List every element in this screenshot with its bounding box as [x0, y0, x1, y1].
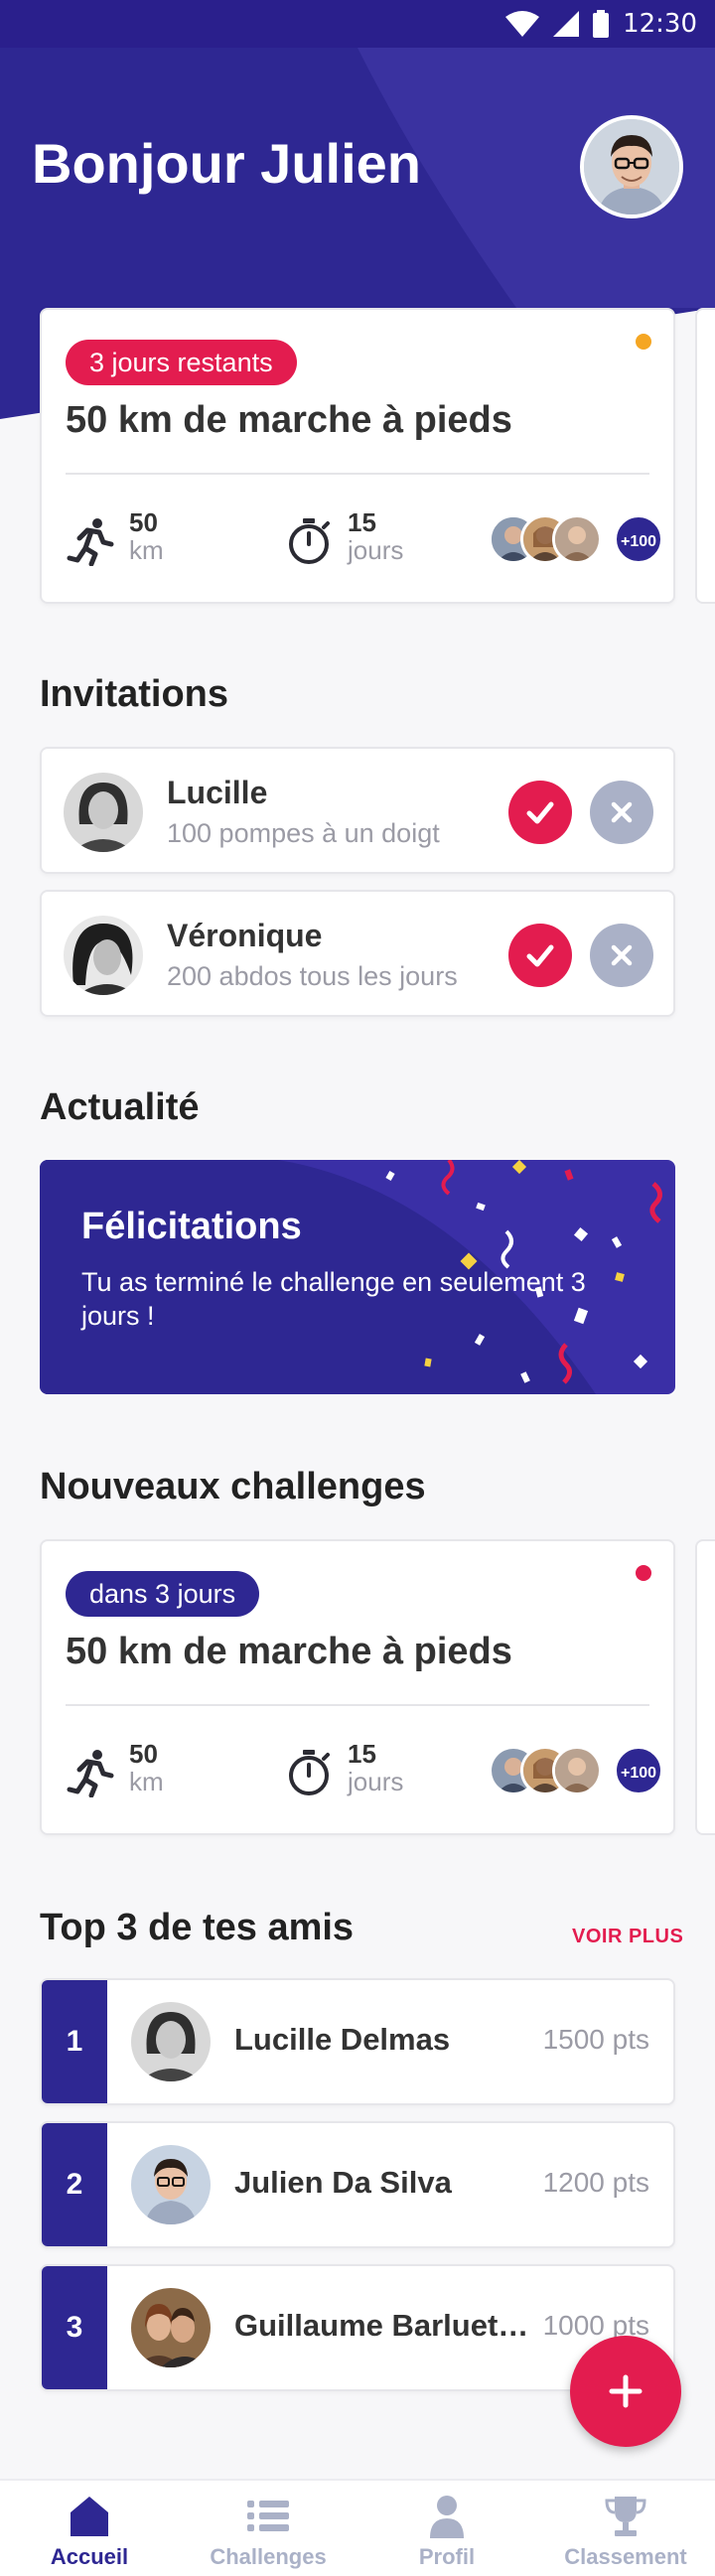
wifi-icon	[505, 11, 540, 37]
running-icon	[67, 1750, 114, 1797]
new-challenges-title: Nouveaux challenges	[40, 1466, 426, 1507]
remaining-days-badge: 3 jours restants	[66, 340, 297, 385]
add-challenge-button[interactable]	[570, 2336, 681, 2447]
decline-button[interactable]	[590, 781, 653, 844]
starts-in-badge: dans 3 jours	[66, 1571, 260, 1617]
participants-more-badge: +100	[614, 1746, 663, 1795]
nav-label: Challenges	[210, 2544, 327, 2569]
friend-avatar	[131, 2145, 211, 2224]
status-dot	[636, 334, 651, 350]
nav-item-challenges[interactable]: Challenges	[179, 2481, 358, 2576]
friend-points: 1500 pts	[542, 2024, 649, 2055]
running-icon	[67, 518, 114, 566]
greeting-title: Bonjour Julien	[32, 132, 421, 195]
nav-item-home[interactable]: Accueil	[0, 2481, 179, 2576]
list-icon	[247, 2501, 289, 2531]
accept-button[interactable]	[508, 924, 572, 987]
distance-unit: km	[129, 535, 164, 565]
participant-avatar	[552, 514, 602, 564]
duration-value: 15	[348, 1739, 376, 1769]
distance-value: 50	[129, 1739, 158, 1769]
friend-name: Guillaume Barluet Fontaine	[234, 2308, 532, 2343]
trophy-icon	[605, 2497, 646, 2536]
home-icon	[71, 2497, 108, 2536]
news-card[interactable]: Félicitations Tu as terminé le challenge…	[40, 1160, 675, 1394]
nav-label: Accueil	[50, 2544, 129, 2569]
check-icon	[526, 801, 554, 824]
rank-number: 3	[42, 2266, 107, 2389]
new-challenge-card[interactable]: dans 3 jours 50 km de marche à pieds 50 …	[40, 1539, 675, 1835]
participant-avatar	[552, 1746, 602, 1795]
friend-points: 1200 pts	[542, 2167, 649, 2198]
inviter-name: Lucille	[167, 775, 268, 810]
participants-avatars[interactable]: +100	[489, 514, 663, 566]
current-challenge-card[interactable]: 3 jours restants 50 km de marche à pieds…	[40, 308, 675, 604]
plus-icon	[609, 2374, 643, 2408]
friend-name: Julien Da Silva	[234, 2165, 452, 2200]
close-icon	[611, 944, 633, 966]
invitation-challenge: 100 pompes à un doigt	[167, 818, 440, 848]
inviter-name: Véronique	[167, 918, 323, 953]
news-card-title: Félicitations	[81, 1206, 302, 1247]
ranking-row[interactable]: 1 Lucille Delmas 1500 pts	[40, 1978, 675, 2105]
distance-unit: km	[129, 1767, 164, 1796]
decline-button[interactable]	[590, 924, 653, 987]
stopwatch-icon	[289, 1750, 330, 1795]
distance-stat: 50 km	[66, 508, 164, 566]
user-avatar[interactable]	[580, 115, 683, 218]
status-bar: 12:30	[0, 0, 715, 48]
invitations-title: Invitations	[40, 673, 229, 715]
news-title: Actualité	[40, 1086, 200, 1128]
ranking-row[interactable]: 2 Julien Da Silva 1200 pts	[40, 2121, 675, 2248]
divider	[66, 473, 649, 475]
participants-more-badge: +100	[614, 514, 663, 564]
duration-stat: 15 jours	[284, 508, 403, 566]
bottom-navigation: Accueil Challenges Profil Classement	[0, 2479, 715, 2576]
nav-label: Classement	[564, 2544, 687, 2569]
status-dot	[636, 1565, 651, 1581]
nav-label: Profil	[418, 2544, 476, 2569]
friend-avatar	[131, 2288, 211, 2367]
duration-value: 15	[348, 507, 376, 537]
duration-unit: jours	[348, 535, 404, 565]
status-time: 12:30	[623, 9, 697, 39]
stopwatch-icon	[289, 518, 330, 564]
challenge-title: 50 km de marche à pieds	[66, 399, 512, 441]
divider	[66, 1704, 649, 1706]
duration-unit: jours	[348, 1767, 404, 1796]
inviter-avatar	[64, 916, 143, 995]
see-more-link[interactable]: VOIR PLUS	[572, 1926, 683, 1948]
distance-value: 50	[129, 507, 158, 537]
next-challenge-card-peek[interactable]	[695, 308, 715, 604]
nav-item-profile[interactable]: Profil	[358, 2481, 536, 2576]
accept-button[interactable]	[508, 781, 572, 844]
top-friends-title: Top 3 de tes amis	[40, 1907, 355, 1948]
next-new-challenge-card-peek[interactable]	[695, 1539, 715, 1835]
participants-avatars[interactable]: +100	[489, 1746, 663, 1797]
duration-stat: 15 jours	[284, 1740, 403, 1797]
invitation-card[interactable]: Lucille 100 pompes à un doigt	[40, 747, 675, 874]
check-icon	[526, 944, 554, 967]
friend-name: Lucille Delmas	[234, 2022, 451, 2057]
invitation-challenge: 200 abdos tous les jours	[167, 961, 458, 991]
inviter-avatar	[64, 773, 143, 852]
news-card-text: Tu as terminé le challenge en seulement …	[81, 1267, 586, 1331]
rank-number: 1	[42, 1980, 107, 2103]
battery-icon	[593, 10, 610, 38]
invitation-card[interactable]: Véronique 200 abdos tous les jours	[40, 890, 675, 1017]
challenge-title: 50 km de marche à pieds	[66, 1631, 512, 1672]
person-icon	[430, 2496, 464, 2538]
distance-stat: 50 km	[66, 1740, 164, 1797]
close-icon	[611, 801, 633, 823]
rank-number: 2	[42, 2123, 107, 2246]
signal-icon	[553, 11, 580, 37]
nav-item-ranking[interactable]: Classement	[536, 2481, 715, 2576]
friend-avatar	[131, 2002, 211, 2081]
